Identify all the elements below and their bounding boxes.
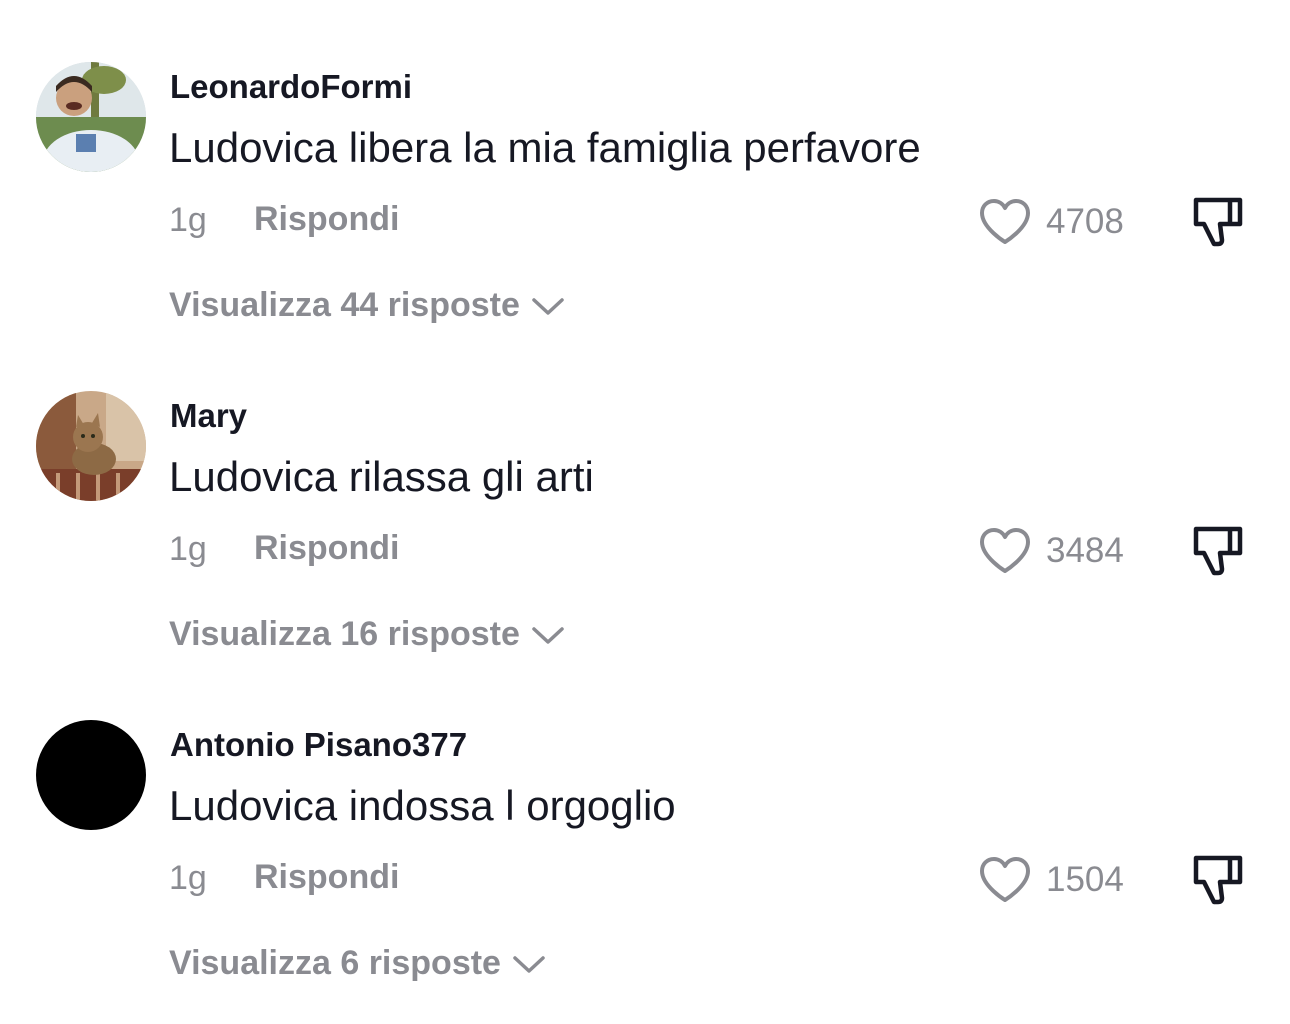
comment-text: Ludovica rilassa gli arti [169,453,594,500]
comment-item: LeonardoFormi Ludovica libera la mia fam… [0,0,1290,330]
comment-text: Ludovica indossa l orgoglio [169,782,676,829]
avatar-black-circle [36,720,146,830]
avatar-photo-cat [36,391,146,501]
like-count: 3484 [1046,531,1124,570]
reply-button[interactable]: Rispondi [254,200,399,239]
comment-time: 1g [169,530,207,568]
username[interactable]: Mary [170,397,247,435]
view-replies-button[interactable]: Visualizza 6 risposte [169,944,547,983]
heart-outline-icon [978,856,1032,904]
chevron-down-icon [532,297,564,315]
comment-text: Ludovica libera la mia famiglia perfavor… [169,124,921,171]
like-button[interactable]: 4708 [978,194,1124,250]
like-button[interactable]: 1504 [978,852,1124,908]
like-button[interactable]: 3484 [978,523,1124,579]
comment-time: 1g [169,859,207,897]
thumbs-down-icon [1193,526,1243,576]
avatar-photo-person [36,62,146,172]
view-replies-button[interactable]: Visualizza 44 risposte [169,286,566,325]
heart-outline-icon [978,198,1032,246]
reply-button[interactable]: Rispondi [254,529,399,568]
comment-time: 1g [169,201,207,239]
dislike-button[interactable] [1190,850,1246,906]
comment-item: Antonio Pisano377 Ludovica indossa l org… [0,658,1290,988]
view-replies-button[interactable]: Visualizza 16 risposte [169,615,566,654]
comment-item: Mary Ludovica rilassa gli arti 1g Rispon… [0,329,1290,659]
dislike-button[interactable] [1190,192,1246,248]
avatar[interactable] [36,62,146,172]
avatar[interactable] [36,391,146,501]
reply-button[interactable]: Rispondi [254,858,399,897]
like-count: 1504 [1046,860,1124,899]
view-replies-label: Visualizza 6 risposte [169,944,501,982]
chevron-down-icon [513,955,545,973]
avatar[interactable] [36,720,146,830]
thumbs-down-icon [1193,855,1243,905]
view-replies-label: Visualizza 44 risposte [169,286,520,324]
username[interactable]: LeonardoFormi [170,68,412,106]
heart-outline-icon [978,527,1032,575]
like-count: 4708 [1046,202,1124,241]
username[interactable]: Antonio Pisano377 [170,726,467,764]
chevron-down-icon [532,626,564,644]
thumbs-down-icon [1193,197,1243,247]
dislike-button[interactable] [1190,521,1246,577]
view-replies-label: Visualizza 16 risposte [169,615,520,653]
